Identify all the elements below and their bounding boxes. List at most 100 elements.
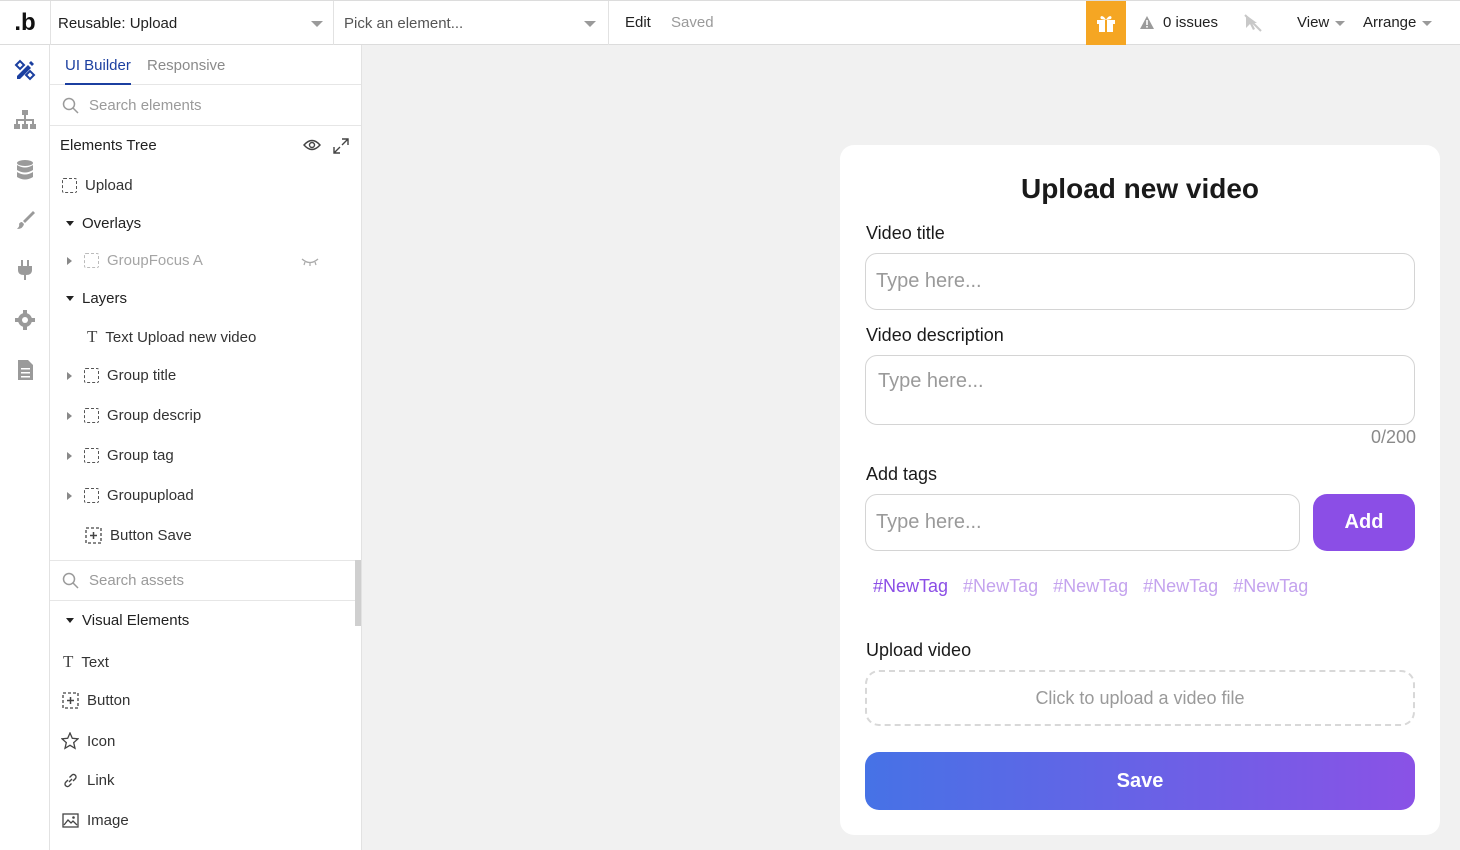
tree-item-label: Group title	[107, 367, 177, 384]
tree-item-groupfocus[interactable]: GroupFocus A	[67, 252, 203, 269]
asset-button[interactable]: Button	[62, 692, 130, 709]
search-elements-field[interactable]: Search elements	[50, 85, 361, 126]
page-select-dropdown[interactable]: Reusable: Upload	[50, 1, 334, 45]
tree-item-label: Button Save	[110, 527, 192, 544]
upload-dropzone-text: Click to upload a video file	[1035, 687, 1245, 708]
styles-tab-button[interactable]	[12, 207, 38, 233]
video-title-label: Video title	[866, 223, 945, 243]
asset-image[interactable]: Image	[62, 812, 129, 829]
upload-dropzone[interactable]: Click to upload a video file	[865, 670, 1415, 726]
tree-item-groupupload[interactable]: Groupupload	[67, 487, 194, 504]
bubble-logo[interactable]: .b	[0, 1, 50, 45]
caret-down-icon	[66, 296, 74, 301]
link-icon	[64, 773, 77, 788]
plug-icon	[18, 260, 32, 280]
caret-down-icon	[66, 618, 74, 623]
expand-icon[interactable]	[333, 138, 349, 154]
asset-link[interactable]: Link	[62, 772, 115, 789]
chevron-down-icon	[1335, 21, 1346, 26]
tab-ui-builder[interactable]: UI Builder	[65, 57, 131, 85]
search-icon	[62, 572, 79, 589]
tag-item[interactable]: #NewTag	[963, 576, 1038, 597]
video-title-input[interactable]: Type here...	[865, 253, 1415, 310]
upload-video-label: Upload video	[866, 640, 972, 660]
top-bar: .b Reusable: Upload Pick an element... E…	[0, 0, 1460, 45]
issues-indicator[interactable]: 0 issues	[1139, 14, 1218, 31]
panel-scrollbar[interactable]	[355, 560, 361, 626]
text-icon: T	[87, 327, 98, 346]
upload-video-card: Upload new video Video title Type here..…	[840, 145, 1440, 835]
tree-item-group-descrip[interactable]: Group descrip	[67, 407, 201, 424]
tag-item[interactable]: #NewTag	[1053, 576, 1128, 597]
settings-tab-button[interactable]	[12, 307, 38, 333]
view-menu[interactable]: View	[1297, 14, 1346, 31]
search-assets-placeholder: Search assets	[89, 572, 185, 589]
tree-item-layers[interactable]: Layers	[66, 290, 127, 307]
workflow-tab-button[interactable]	[12, 107, 38, 133]
tag-item[interactable]: #NewTag	[1143, 576, 1218, 597]
asset-text[interactable]: T Text	[63, 652, 109, 672]
character-counter: 0/200	[1370, 427, 1416, 447]
arrange-menu[interactable]: Arrange	[1363, 14, 1433, 31]
tab-responsive[interactable]: Responsive	[147, 57, 225, 74]
tag-item[interactable]: #NewTag	[873, 576, 948, 597]
brush-icon	[17, 211, 35, 229]
tag-list: #NewTag #NewTag #NewTag #NewTag #NewTag	[873, 576, 1308, 597]
tree-item-overlays[interactable]: Overlays	[66, 215, 141, 232]
warning-icon	[1140, 16, 1154, 29]
design-tools-icon	[14, 59, 36, 81]
tree-item-group-title[interactable]: Group title	[67, 367, 176, 384]
card-title: Upload new video	[1020, 173, 1260, 204]
issues-count: 0 issues	[1163, 14, 1219, 31]
save-button[interactable]: Save	[865, 752, 1415, 810]
element-select-dropdown[interactable]: Pick an element...	[334, 1, 609, 45]
tree-item-upload[interactable]: Upload	[62, 177, 133, 194]
database-icon	[17, 160, 33, 180]
video-description-label: Video description	[866, 325, 1004, 345]
plugins-tab-button[interactable]	[12, 257, 38, 283]
star-icon	[61, 732, 79, 750]
gift-button[interactable]	[1086, 1, 1126, 45]
visual-elements-header[interactable]: Visual Elements	[66, 612, 189, 629]
add-tag-button[interactable]: Add	[1313, 494, 1415, 551]
asset-label: Button	[87, 692, 131, 709]
asset-icon[interactable]: Icon	[61, 732, 115, 750]
page-select-value: Reusable: Upload	[58, 14, 178, 32]
caret-right-icon	[67, 371, 72, 380]
tag-item[interactable]: #NewTag	[1233, 576, 1308, 597]
group-icon	[84, 253, 99, 268]
tree-item-label: Group tag	[107, 447, 174, 464]
button-element-icon	[85, 527, 102, 544]
data-tab-button[interactable]	[12, 157, 38, 183]
hidden-eye-icon[interactable]	[301, 257, 319, 267]
tree-item-label: GroupFocus A	[107, 252, 203, 269]
group-icon	[84, 488, 99, 503]
eye-icon[interactable]	[303, 138, 321, 152]
text-icon: T	[63, 652, 74, 671]
cursor-off-icon[interactable]	[1243, 13, 1263, 33]
tree-item-label: Groupupload	[107, 487, 194, 504]
tree-item-label: Upload	[85, 177, 133, 194]
left-panel: UI Builder Responsive Search elements El…	[50, 45, 362, 850]
add-tags-label: Add tags	[866, 464, 938, 484]
video-description-input[interactable]: Type here...	[865, 355, 1415, 425]
design-tab-button[interactable]	[12, 57, 38, 83]
tree-item-text-upload[interactable]: T Text Upload new video	[87, 327, 256, 347]
element-select-value: Pick an element...	[344, 14, 464, 32]
chevron-down-icon	[1422, 21, 1433, 26]
search-assets-field[interactable]: Search assets	[50, 560, 361, 601]
elements-tree-title: Elements Tree	[60, 137, 157, 154]
tag-input[interactable]: Type here...	[865, 494, 1300, 551]
search-icon	[62, 97, 79, 114]
group-icon	[84, 448, 99, 463]
button-element-icon	[62, 692, 79, 709]
edit-mode-button[interactable]: Edit	[625, 14, 651, 31]
tree-item-group-tag[interactable]: Group tag	[67, 447, 174, 464]
view-menu-label: View	[1297, 14, 1330, 31]
tree-item-button-save[interactable]: Button Save	[85, 527, 192, 544]
sitemap-icon	[14, 110, 36, 129]
tag-placeholder: Type here...	[876, 511, 982, 533]
caret-right-icon	[67, 411, 72, 420]
icon-rail	[0, 45, 50, 850]
logs-tab-button[interactable]	[12, 357, 38, 383]
